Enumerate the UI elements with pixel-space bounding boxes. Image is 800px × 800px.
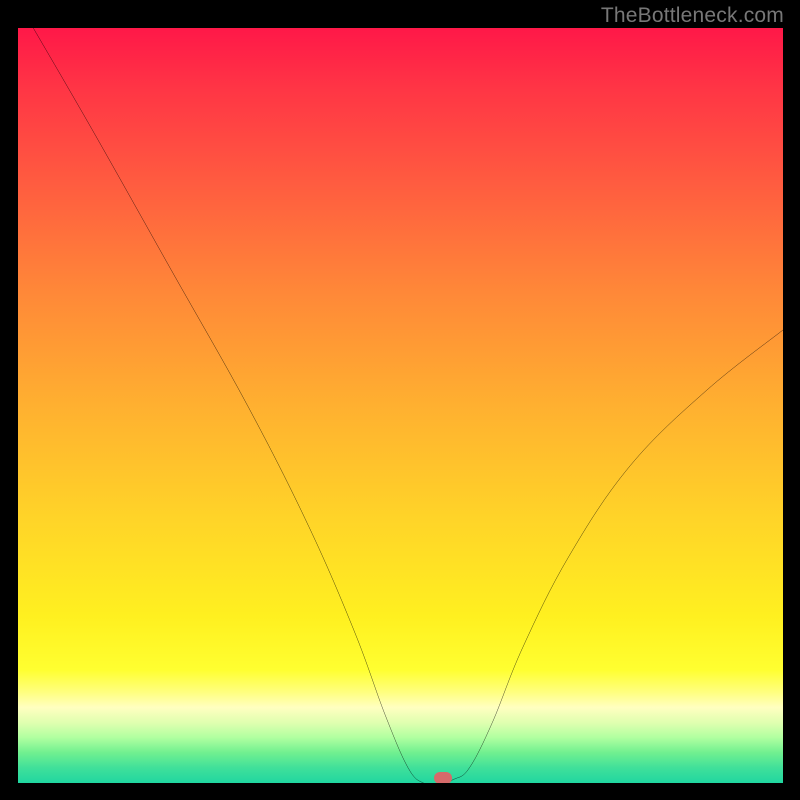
chart-container bbox=[18, 28, 783, 783]
optimum-marker bbox=[434, 772, 452, 783]
plot-background bbox=[18, 28, 783, 783]
attribution-text: TheBottleneck.com bbox=[601, 4, 784, 28]
bottleneck-curve bbox=[18, 28, 783, 783]
